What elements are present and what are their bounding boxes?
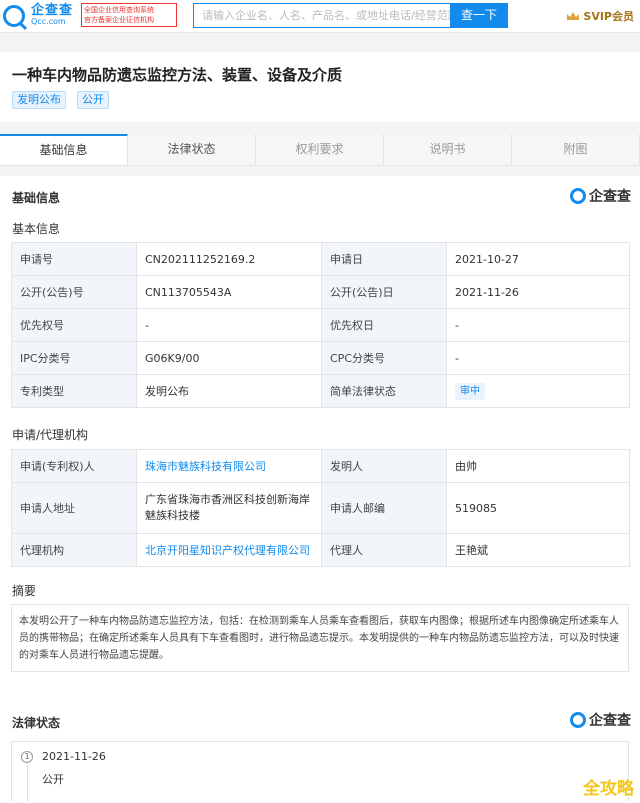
postcode-label: 申请人邮编 xyxy=(321,482,447,534)
qcc-mark-text: 企查查 xyxy=(589,713,631,729)
table-row: 申请人地址 广东省珠海市香洲区科技创新海岸魅族科技楼 申请人邮编 519085 xyxy=(11,482,630,534)
applicant-address-value: 广东省珠海市香洲区科技创新海岸魅族科技楼 xyxy=(136,482,322,534)
applicant-label: 申请(专利权)人 xyxy=(11,449,137,483)
patent-tabs: 基础信息 法律状态 权利要求 说明书 附图 xyxy=(0,134,640,166)
table-row: 专利类型 发明公布 简单法律状态 审中 xyxy=(11,374,630,408)
ipc-value: G06K9/00 xyxy=(136,341,322,375)
legal-status-cell: 审中 xyxy=(446,374,630,408)
applicant-address-label: 申请人地址 xyxy=(11,482,137,534)
qcc-logo[interactable]: 企查查 Qcc.com xyxy=(3,3,73,29)
table-row: 申请(专利权)人 珠海市魅族科技有限公司 发明人 由帅 xyxy=(11,449,630,483)
svip-link[interactable]: SVIP会员 xyxy=(566,8,634,24)
legal-status-heading: 法律状态 xyxy=(12,716,61,730)
basic-info-table: 申请号 CN202111252169.2 申请日 2021-10-27 公开(公… xyxy=(11,242,630,408)
table-row: 优先权号 - 优先权日 - xyxy=(11,308,630,342)
tab-basic-info[interactable]: 基础信息 xyxy=(0,134,128,165)
priority-number-value: - xyxy=(136,308,322,342)
search-input[interactable]: 请输入企业名、人名、产品名、或地址电话/经营范围 xyxy=(193,3,450,28)
tab-drawings[interactable]: 附图 xyxy=(512,134,640,165)
applicant-subheading: 申请/代理机构 xyxy=(12,428,89,442)
credit-badge[interactable]: 全国企业信用查询系统 官方备案企业征信机构 xyxy=(81,3,177,27)
top-bar: 企查查 Qcc.com 全国企业信用查询系统 官方备案企业征信机构 请输入企业名… xyxy=(0,0,640,33)
priority-number-label: 优先权号 xyxy=(11,308,137,342)
abstract-text: 本发明公开了一种车内物品防遗忘监控方法，包括：在检测到乘车人员乘车查看图后，获取… xyxy=(11,604,629,672)
publication-number-label: 公开(公告)号 xyxy=(11,275,137,309)
credit-badge-line2: 官方备案企业征信机构 xyxy=(84,16,154,24)
table-row: IPC分类号 G06K9/00 CPC分类号 - xyxy=(11,341,630,375)
qcc-watermark-logo: 企查查 xyxy=(570,186,631,206)
ipc-label: IPC分类号 xyxy=(11,341,137,375)
postcode-value: 519085 xyxy=(446,482,630,534)
table-row: 申请号 CN202111252169.2 申请日 2021-10-27 xyxy=(11,242,630,276)
inventor-value[interactable]: 由帅 xyxy=(446,449,630,483)
legal-status-label: 简单法律状态 xyxy=(321,374,447,408)
timeline-date: 2021-11-26 xyxy=(42,750,106,763)
agency-value-cell: 北京开阳星知识产权代理有限公司 xyxy=(136,533,322,567)
basic-info-heading: 基础信息 xyxy=(12,191,61,205)
agent-label: 代理人 xyxy=(321,533,447,567)
search-button[interactable]: 查一下 xyxy=(450,3,508,28)
priority-date-value: - xyxy=(446,308,630,342)
timeline-description: 公开 xyxy=(42,773,64,786)
legal-status-badge: 审中 xyxy=(455,382,485,400)
tab-description[interactable]: 说明书 xyxy=(384,134,512,165)
publication-date-label: 公开(公告)日 xyxy=(321,275,447,309)
cpc-value: - xyxy=(446,341,630,375)
patent-type-value: 发明公布 xyxy=(136,374,322,408)
agency-label: 代理机构 xyxy=(11,533,137,567)
table-row: 公开(公告)号 CN113705543A 公开(公告)日 2021-11-26 xyxy=(11,275,630,309)
application-date-label: 申请日 xyxy=(321,242,447,276)
agent-value: 王艳斌 xyxy=(446,533,630,567)
tab-legal-status[interactable]: 法律状态 xyxy=(128,134,256,165)
qcc-logo-icon xyxy=(3,5,25,27)
qcc-mark-text: 企查查 xyxy=(589,189,631,205)
application-number-value: CN202111252169.2 xyxy=(136,242,322,276)
qcc-mark-icon xyxy=(570,712,586,728)
svip-label: SVIP会员 xyxy=(583,10,634,23)
legal-status-timeline: 1 2021-11-26 公开 xyxy=(11,741,629,802)
applicant-table: 申请(专利权)人 珠海市魅族科技有限公司 发明人 由帅 申请人地址 广东省珠海市… xyxy=(11,449,630,567)
priority-date-label: 优先权日 xyxy=(321,308,447,342)
credit-badge-line1: 全国企业信用查询系统 xyxy=(84,6,154,14)
timeline-connector xyxy=(27,764,28,802)
main-content: 基础信息 企查查 基本信息 申请号 CN202111252169.2 申请日 2… xyxy=(0,176,640,803)
application-number-label: 申请号 xyxy=(11,242,137,276)
crown-icon xyxy=(567,12,580,20)
publication-date-value: 2021-11-26 xyxy=(446,275,630,309)
timeline-step-number: 1 xyxy=(21,751,33,763)
tab-claims[interactable]: 权利要求 xyxy=(256,134,384,165)
cpc-label: CPC分类号 xyxy=(321,341,447,375)
patent-type-tag: 发明公布 xyxy=(12,91,66,109)
inventor-label: 发明人 xyxy=(321,449,447,483)
application-date-value: 2021-10-27 xyxy=(446,242,630,276)
qcc-watermark-logo-2: 企查查 xyxy=(570,710,631,730)
page-title: 一种车内物品防遗忘监控方法、装置、设备及介质 xyxy=(12,66,343,84)
patent-title-card: 一种车内物品防遗忘监控方法、装置、设备及介质 发明公布 公开 xyxy=(0,52,640,122)
applicant-value-cell: 珠海市魅族科技有限公司 xyxy=(136,449,322,483)
site-watermark: 全攻略 xyxy=(583,779,634,799)
abstract-heading: 摘要 xyxy=(12,584,37,598)
agency-link[interactable]: 北京开阳星知识产权代理有限公司 xyxy=(145,544,310,557)
publication-number-value: CN113705543A xyxy=(136,275,322,309)
basic-info-subheading: 基本信息 xyxy=(12,222,61,236)
table-row: 代理机构 北京开阳星知识产权代理有限公司 代理人 王艳斌 xyxy=(11,533,630,567)
applicant-link[interactable]: 珠海市魅族科技有限公司 xyxy=(145,460,266,473)
patent-type-label: 专利类型 xyxy=(11,374,137,408)
patent-status-tag: 公开 xyxy=(77,91,109,109)
logo-name: 企查查 xyxy=(31,3,74,18)
qcc-mark-icon xyxy=(570,188,586,204)
